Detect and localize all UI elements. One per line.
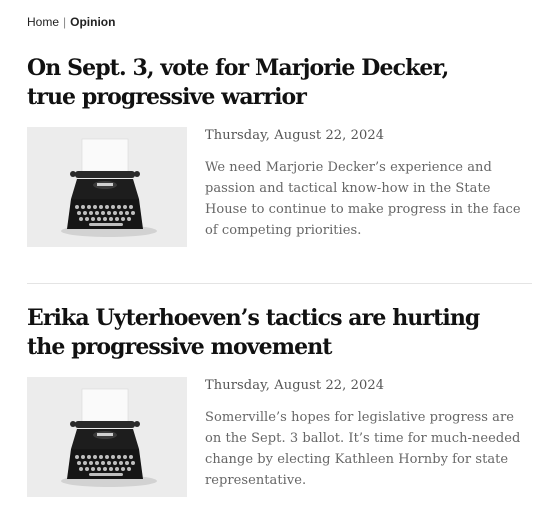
- article-card: On Sept. 3, vote for Marjorie Decker, tr…: [27, 54, 532, 247]
- article-summary: We need Marjorie Decker’s experience and…: [205, 160, 521, 238]
- breadcrumb: Home | Opinion: [27, 14, 115, 30]
- article-body: Thursday, August 22, 2024 Somerville’s h…: [27, 377, 532, 497]
- article-divider: [27, 283, 532, 284]
- article-body: Thursday, August 22, 2024 We need Marjor…: [27, 127, 532, 247]
- article-headline-link[interactable]: Erika Uyterhoeven’s tactics are hurting …: [27, 304, 497, 362]
- article-meta: Thursday, August 22, 2024 Somerville’s h…: [205, 377, 532, 491]
- article-summary: Somerville’s hopes for legislative progr…: [205, 410, 521, 488]
- article-thumbnail-image[interactable]: [27, 127, 187, 247]
- typewriter-image: [27, 377, 187, 497]
- article-headline-link[interactable]: On Sept. 3, vote for Marjorie Decker, tr…: [27, 54, 497, 112]
- article-thumbnail-image[interactable]: [27, 377, 187, 497]
- article-card: Erika Uyterhoeven’s tactics are hurting …: [27, 304, 532, 497]
- article-date: Thursday, August 22, 2024: [205, 378, 385, 393]
- article-date: Thursday, August 22, 2024: [205, 128, 385, 143]
- breadcrumb-opinion-link[interactable]: Opinion: [70, 15, 115, 29]
- breadcrumb-separator: |: [63, 15, 67, 29]
- article-meta: Thursday, August 22, 2024 We need Marjor…: [205, 127, 532, 241]
- breadcrumb-home-link[interactable]: Home: [27, 15, 59, 29]
- typewriter-image: [27, 127, 187, 247]
